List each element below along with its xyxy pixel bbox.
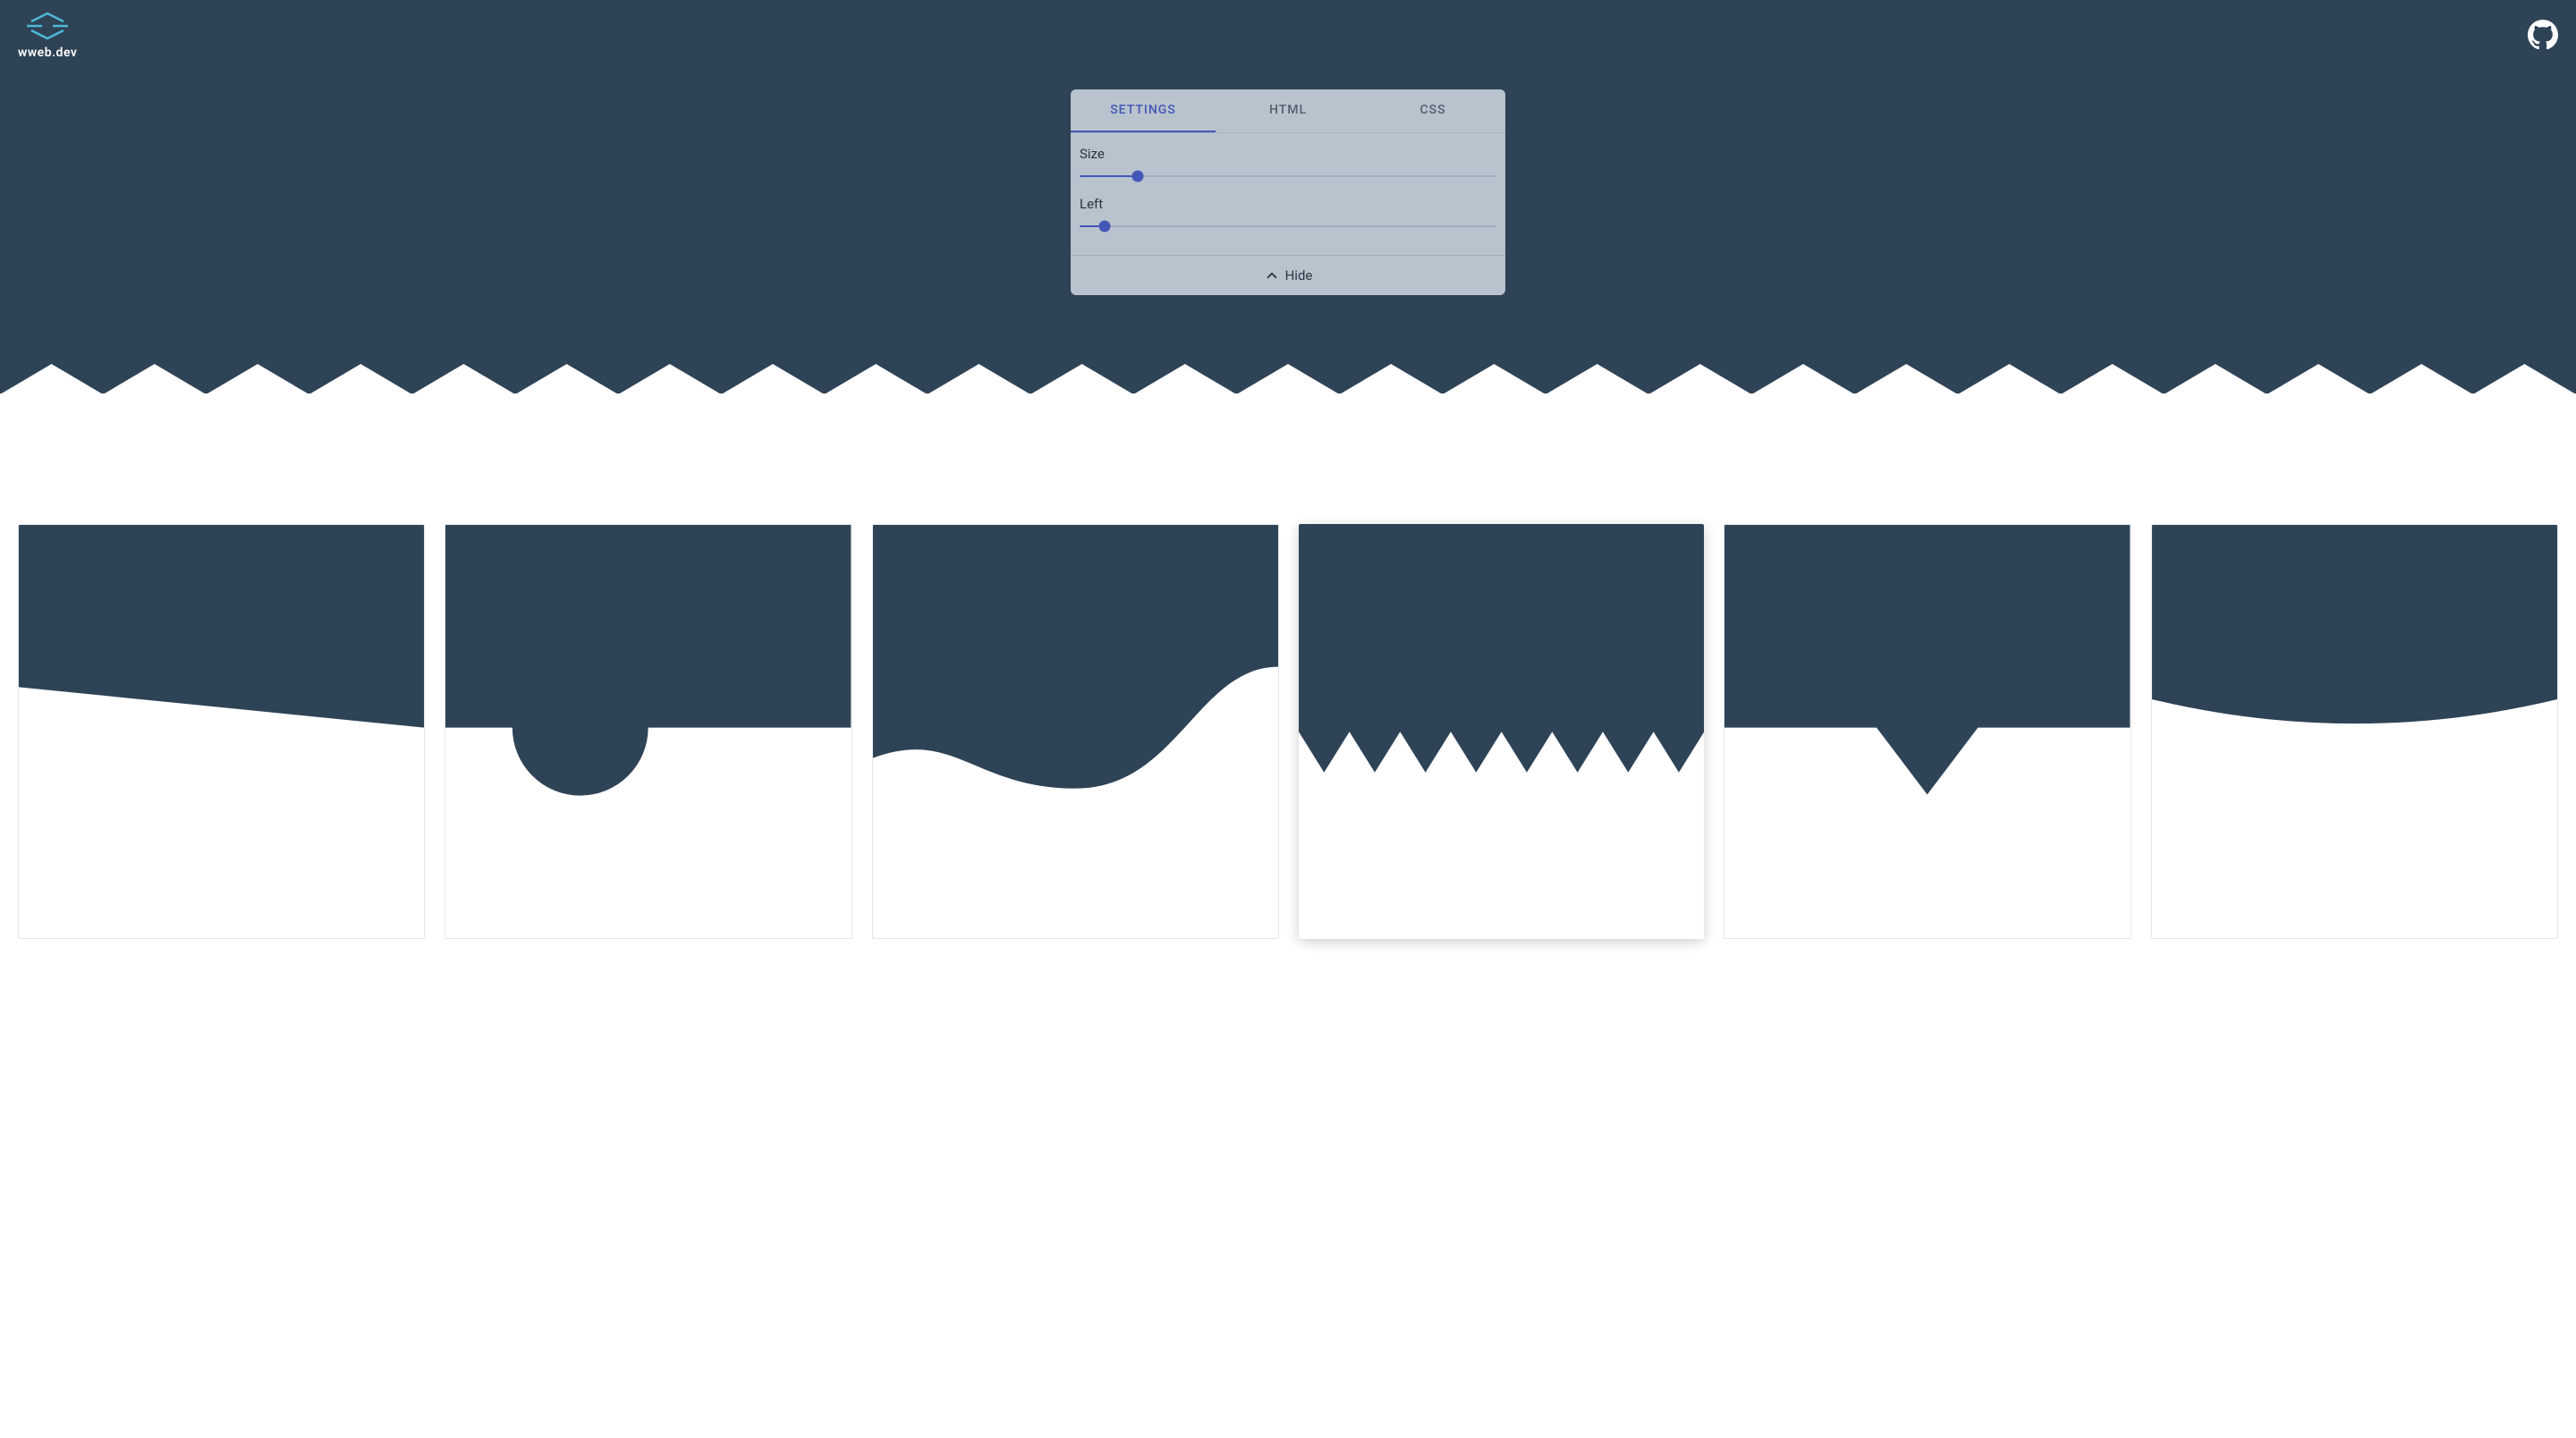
chevron-up-icon: [1264, 267, 1280, 283]
slider-track: [1080, 225, 1496, 227]
separator-cards: [0, 393, 2576, 957]
card-triangle[interactable]: [1724, 524, 2131, 939]
hero-section: wweb.dev SETTINGS HTML CSS Size: [0, 0, 2576, 393]
settings-panel: SETTINGS HTML CSS Size Left: [1071, 89, 1505, 295]
tabs: SETTINGS HTML CSS: [1071, 89, 1505, 133]
size-label: Size: [1080, 146, 1496, 162]
hide-label: Hide: [1285, 267, 1313, 283]
zigzag-separator: [0, 364, 2576, 394]
setting-size: Size: [1080, 146, 1496, 183]
logo-icon: [21, 9, 74, 43]
hide-button[interactable]: Hide: [1071, 255, 1505, 295]
left-label: Left: [1080, 196, 1496, 212]
logo[interactable]: wweb.dev: [18, 9, 77, 60]
slider-thumb[interactable]: [1098, 221, 1110, 233]
card-diagonal[interactable]: [18, 524, 425, 939]
tab-html[interactable]: HTML: [1216, 89, 1360, 132]
card-curve[interactable]: [2151, 524, 2558, 939]
github-icon[interactable]: [2528, 20, 2558, 50]
tab-settings[interactable]: SETTINGS: [1071, 89, 1216, 132]
logo-text: wweb.dev: [18, 46, 77, 60]
card-zigzag[interactable]: [1299, 524, 1704, 939]
size-slider[interactable]: [1080, 169, 1496, 183]
slider-fill: [1080, 175, 1138, 177]
settings-body: Size Left: [1071, 133, 1505, 255]
setting-left: Left: [1080, 196, 1496, 233]
tab-css[interactable]: CSS: [1360, 89, 1505, 132]
header: wweb.dev: [0, 0, 2576, 69]
card-wave[interactable]: [872, 524, 1279, 939]
left-slider[interactable]: [1080, 219, 1496, 233]
card-semicircle[interactable]: [445, 524, 852, 939]
slider-thumb[interactable]: [1132, 171, 1144, 182]
